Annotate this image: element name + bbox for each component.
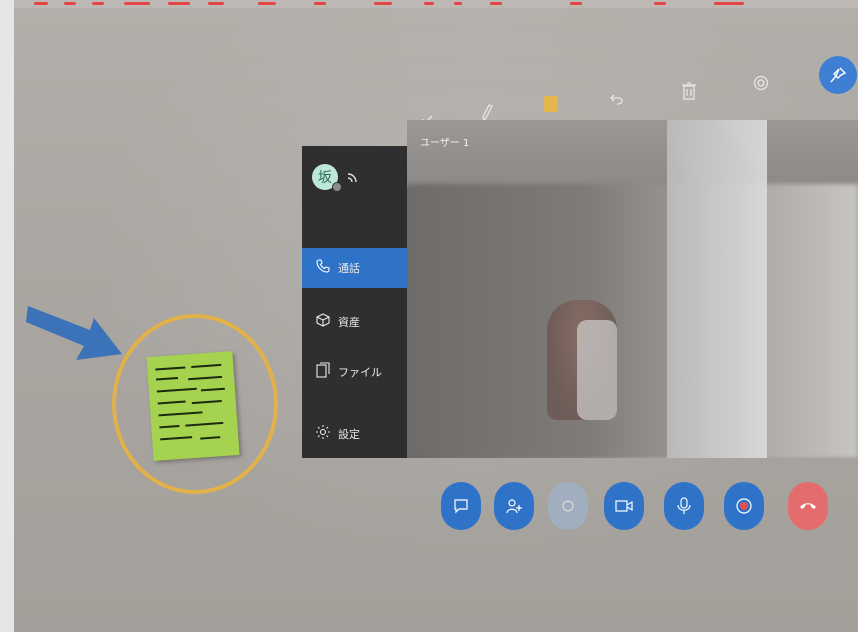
presence-dot: [332, 182, 342, 192]
note-scribble: [155, 376, 179, 381]
user-label: ユーザー 1: [420, 138, 470, 149]
annotation-stroke: [714, 2, 744, 5]
note-scribble: [191, 363, 222, 369]
annotation-arrow: [26, 306, 122, 360]
phone-icon: [308, 259, 338, 277]
note-scribble: [185, 421, 224, 427]
file-icon: [308, 362, 338, 382]
sidebar: 坂 通話 資産 ファイル 設定: [302, 146, 414, 458]
video-icon: [615, 500, 633, 512]
annotation-stroke: [124, 2, 150, 5]
annotation-stroke: [314, 2, 326, 5]
sidebar-item-files[interactable]: ファイル: [302, 352, 414, 392]
remote-video: ユーザー 1: [407, 120, 858, 458]
video-ceiling: [407, 120, 858, 188]
annotation-stroke: [92, 2, 104, 5]
call-panel: 坂 通話 資産 ファイル 設定 ユーザー 1: [302, 120, 858, 458]
video-blur: [407, 184, 858, 458]
note-scribble: [200, 436, 221, 440]
record-button[interactable]: [724, 482, 764, 530]
color-swatch-button[interactable]: [544, 96, 558, 112]
disabled-control-icon: [562, 500, 574, 512]
note-scribble: [200, 387, 225, 392]
video-door: [667, 120, 767, 458]
annotation-stroke: [258, 2, 276, 5]
sidebar-item-assets[interactable]: 資産: [302, 302, 414, 342]
annotation-stroke: [654, 2, 666, 5]
note-scribble: [188, 375, 223, 381]
annotation-stroke: [454, 2, 462, 5]
note-scribble: [157, 400, 186, 405]
note-scribble: [159, 425, 180, 429]
annotation-stroke: [374, 2, 392, 5]
sidebar-item-settings[interactable]: 設定: [302, 414, 414, 454]
undo-icon[interactable]: [604, 86, 630, 112]
gear-icon: [308, 424, 338, 444]
sidebar-item-call[interactable]: 通話: [302, 248, 408, 288]
note-scribble: [191, 399, 222, 405]
mic-toggle-button[interactable]: [664, 482, 704, 530]
video-person-highlight: [577, 320, 617, 420]
sidebar-item-label: 設定: [338, 428, 360, 441]
disabled-control-button[interactable]: [548, 482, 588, 530]
annotation-stroke: [570, 2, 582, 5]
add-participant-button[interactable]: [494, 482, 534, 530]
note-scribble: [155, 366, 186, 371]
record-icon: [736, 498, 752, 514]
hangup-icon: [800, 503, 816, 509]
settings-icon[interactable]: [748, 70, 774, 96]
annotation-stroke: [168, 2, 190, 5]
pin-icon: [830, 67, 847, 83]
note-scribble: [158, 411, 203, 417]
annotation-stroke: [34, 2, 48, 5]
annotation-stroke: [64, 2, 76, 5]
signal-icon: [346, 170, 360, 188]
chat-icon: [454, 499, 468, 514]
pin-button[interactable]: [819, 56, 857, 94]
cube-icon: [308, 313, 338, 331]
top-strip: [14, 0, 858, 8]
sidebar-item-label: ファイル: [338, 366, 382, 379]
video-toggle-button[interactable]: [604, 482, 644, 530]
note-scribble: [160, 436, 193, 441]
annotation-stroke: [424, 2, 434, 5]
add-participant-icon: [506, 499, 522, 514]
annotation-stroke: [208, 2, 224, 5]
sidebar-item-label: 通話: [338, 262, 360, 275]
sticky-note: [146, 351, 240, 461]
mic-icon: [677, 497, 691, 514]
hangup-button[interactable]: [788, 482, 828, 530]
chat-button[interactable]: [441, 482, 481, 530]
annotation-stroke: [490, 2, 502, 5]
trash-icon[interactable]: [676, 78, 702, 104]
note-scribble: [156, 387, 197, 393]
sidebar-item-label: 資産: [338, 316, 360, 329]
frame-left: [0, 0, 14, 632]
